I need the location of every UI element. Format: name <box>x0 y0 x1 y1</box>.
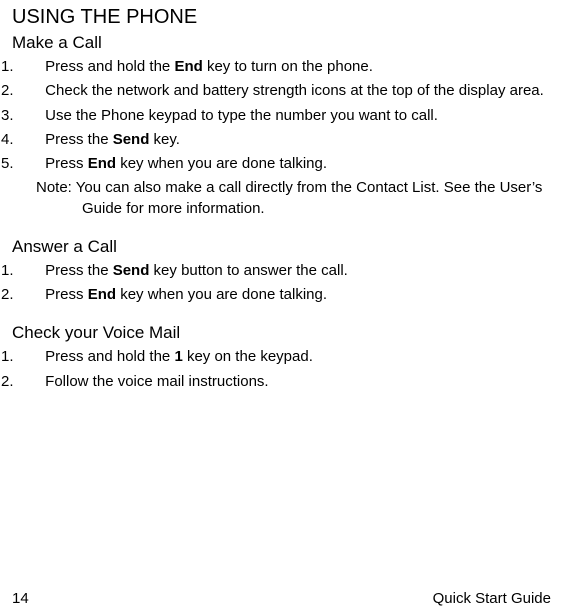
section-heading: Answer a Call <box>12 237 551 257</box>
step-text-pre: Press <box>45 155 88 172</box>
step-text-post: key to turn on the phone. <box>203 58 373 75</box>
step-number: 4. <box>23 130 41 150</box>
step-text-pre: Press the <box>45 262 113 279</box>
note-text: You can also make a call directly from t… <box>76 179 543 216</box>
step-text-bold: 1 <box>174 348 182 365</box>
step-text-pre: Press and hold the <box>45 58 174 75</box>
step-number: 2. <box>23 372 41 392</box>
step-item: 2. Check the network and battery strengt… <box>15 81 551 101</box>
step-number: 2. <box>23 285 41 305</box>
section-answer-a-call: Answer a Call 1. Press the Send key butt… <box>12 237 551 306</box>
step-text-pre: Check the network and battery strength i… <box>45 82 544 99</box>
section-heading: Make a Call <box>12 33 551 53</box>
section-heading: Check your Voice Mail <box>12 323 551 343</box>
step-text-pre: Follow the voice mail instructions. <box>45 373 268 390</box>
step-text-pre: Use the Phone keypad to type the number … <box>45 107 438 124</box>
note-label: Note: <box>36 179 72 196</box>
step-item: 2. Press End key when you are done talki… <box>15 285 551 305</box>
step-text-pre: Press <box>45 286 88 303</box>
step-number: 1. <box>23 261 41 281</box>
step-text-pre: Press the <box>45 131 113 148</box>
doc-title: Quick Start Guide <box>433 590 551 607</box>
step-number: 5. <box>23 154 41 174</box>
step-text-post: key. <box>149 131 180 148</box>
step-text-bold: End <box>88 286 116 303</box>
step-text-pre: Press and hold the <box>45 348 174 365</box>
step-text-bold: End <box>88 155 116 172</box>
step-number: 1. <box>23 347 41 367</box>
step-text-bold: Send <box>113 131 150 148</box>
step-item: 1. Press and hold the 1 key on the keypa… <box>15 347 551 367</box>
step-item: 1. Press the Send key button to answer t… <box>15 261 551 281</box>
page-title: USING THE PHONE <box>12 6 551 29</box>
step-text-post: key button to answer the call. <box>149 262 347 279</box>
step-number: 1. <box>23 57 41 77</box>
step-item: 3. Use the Phone keypad to type the numb… <box>15 106 551 126</box>
step-text-bold: Send <box>113 262 150 279</box>
step-text-bold: End <box>174 58 202 75</box>
step-number: 3. <box>23 106 41 126</box>
step-item: 4. Press the Send key. <box>15 130 551 150</box>
section-check-voice-mail: Check your Voice Mail 1. Press and hold … <box>12 323 551 392</box>
note: Note: You can also make a call directly … <box>26 178 551 219</box>
step-item: 5. Press End key when you are done talki… <box>15 154 551 174</box>
step-text-post: key on the keypad. <box>183 348 313 365</box>
step-number: 2. <box>23 81 41 101</box>
step-item: 1. Press and hold the End key to turn on… <box>15 57 551 77</box>
footer: 14 Quick Start Guide <box>12 590 551 607</box>
section-make-a-call: Make a Call 1. Press and hold the End ke… <box>12 33 551 219</box>
step-item: 2. Follow the voice mail instructions. <box>15 372 551 392</box>
page-number: 14 <box>12 590 29 607</box>
step-text-post: key when you are done talking. <box>116 286 327 303</box>
step-text-post: key when you are done talking. <box>116 155 327 172</box>
